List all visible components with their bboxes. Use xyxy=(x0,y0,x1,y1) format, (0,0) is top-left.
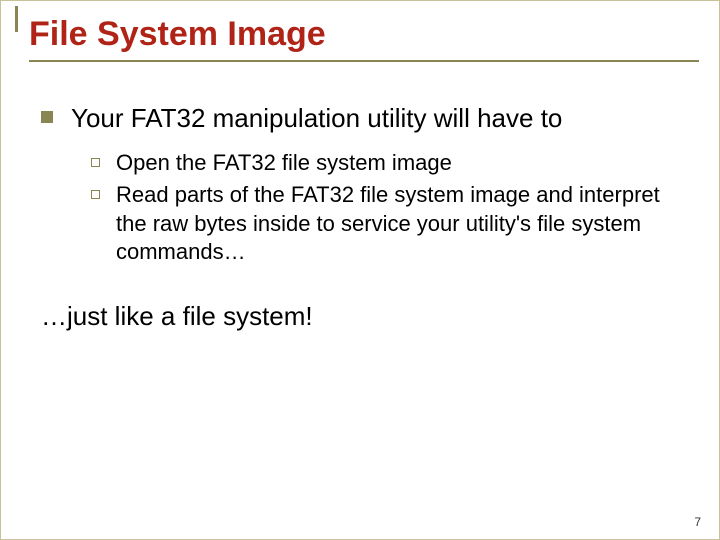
slide-content: Your FAT32 manipulation utility will hav… xyxy=(1,62,719,332)
subpoint-text: Open the FAT32 file system image xyxy=(116,149,452,178)
main-point-text: Your FAT32 manipulation utility will hav… xyxy=(71,102,562,135)
hollow-square-bullet-icon xyxy=(91,190,100,199)
closing-text: …just like a file system! xyxy=(41,301,679,332)
hollow-square-bullet-icon xyxy=(91,158,100,167)
bullet-level-2: Open the FAT32 file system image xyxy=(91,149,679,178)
page-number: 7 xyxy=(694,515,701,529)
title-area: File System Image xyxy=(1,1,719,62)
title-accent-bar xyxy=(15,6,18,32)
subpoint-text: Read parts of the FAT32 file system imag… xyxy=(116,181,679,267)
bullet-level-2: Read parts of the FAT32 file system imag… xyxy=(91,181,679,267)
slide-title: File System Image xyxy=(29,15,699,60)
closing-line: …just like a file system! xyxy=(41,301,679,332)
bullet-level-1: Your FAT32 manipulation utility will hav… xyxy=(41,102,679,135)
subpoint-group: Open the FAT32 file system image Read pa… xyxy=(91,149,679,267)
square-bullet-icon xyxy=(41,111,53,123)
